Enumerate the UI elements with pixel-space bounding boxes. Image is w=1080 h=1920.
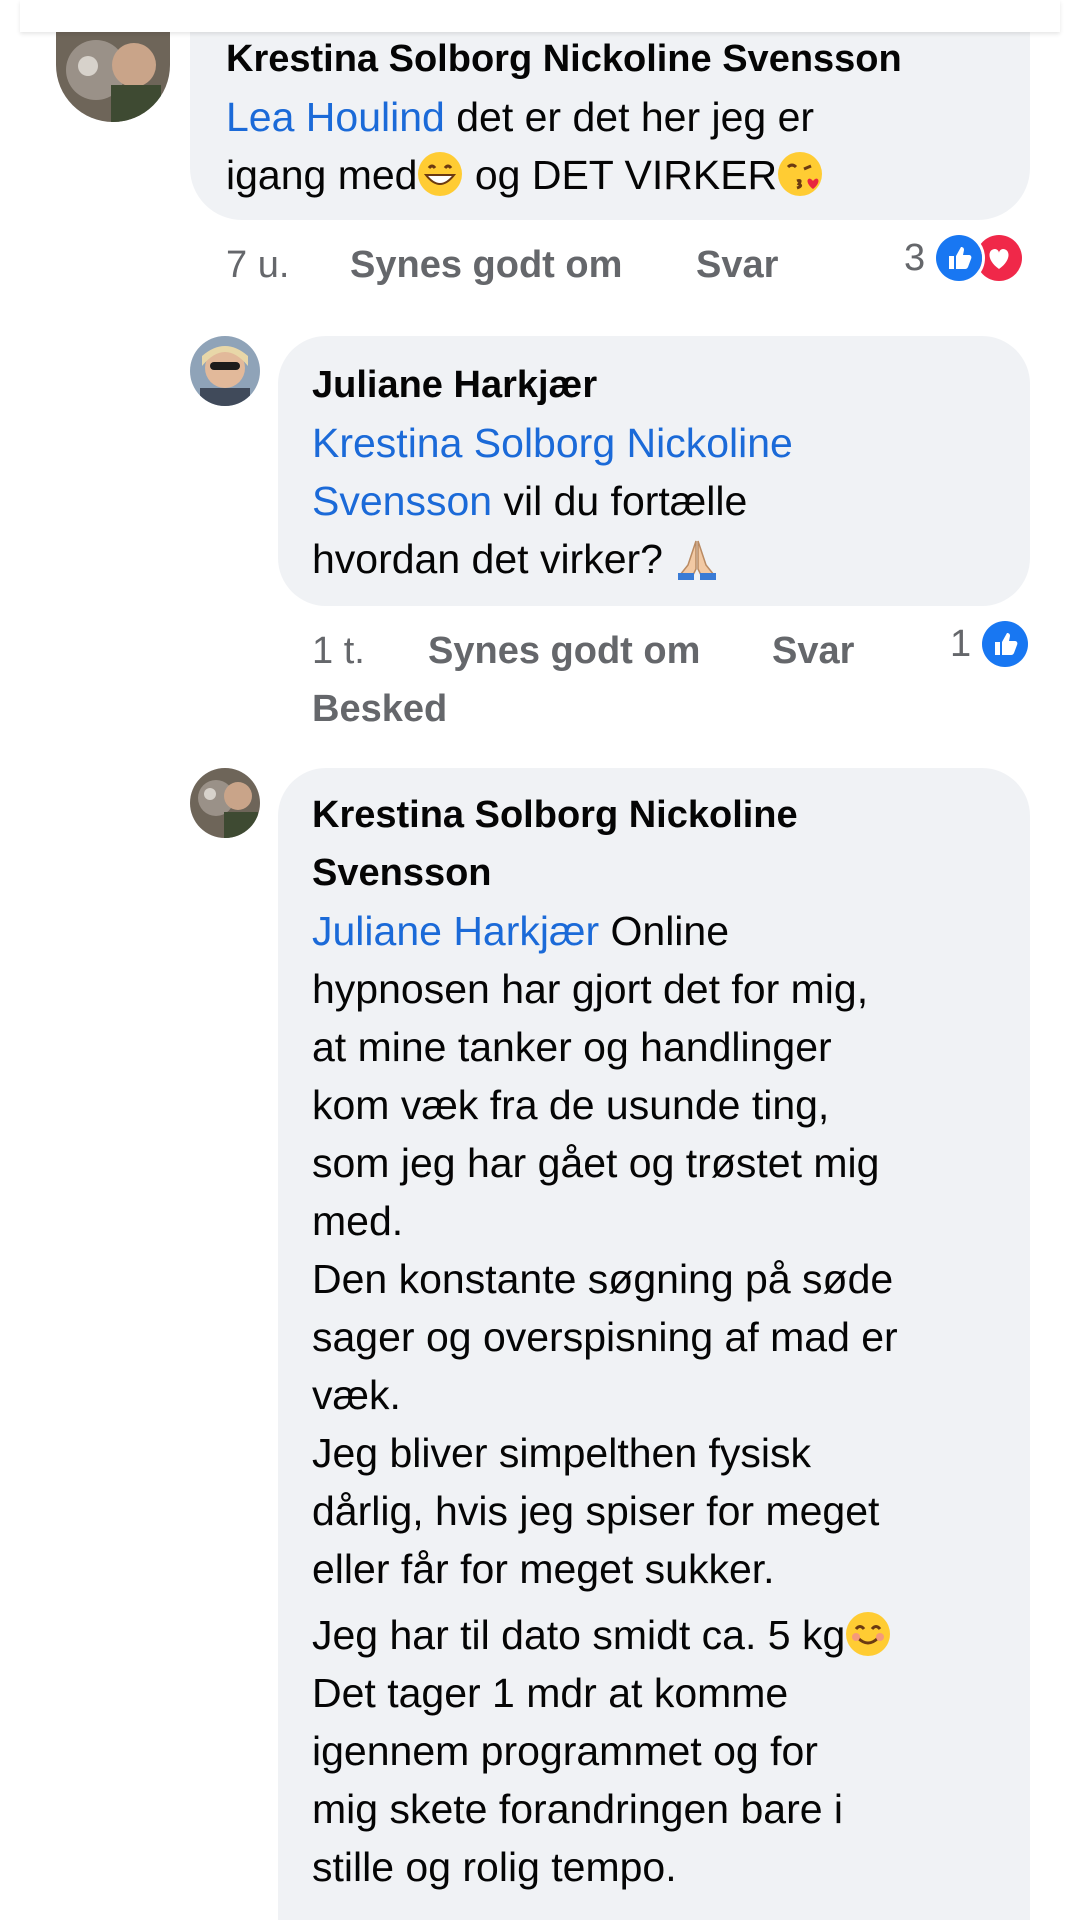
mention-link-continued[interactable]: Svensson — [312, 478, 492, 524]
avatar[interactable] — [56, 30, 170, 122]
comment-author[interactable]: Krestina Solborg Nickoline Svensson — [312, 786, 996, 902]
mention-link[interactable]: Juliane Harkjær — [312, 908, 599, 954]
comment-author[interactable]: Krestina Solborg Nickoline Svensson — [226, 30, 994, 88]
comment-text: Lea Houlind det er det her jeg er igang … — [226, 88, 994, 204]
avatar[interactable] — [190, 336, 260, 406]
top-bar — [20, 0, 1060, 32]
comment-time[interactable]: 1 t. — [312, 630, 365, 673]
folded-hands-emoji-icon — [674, 535, 720, 581]
grinning-face-emoji-icon — [417, 151, 463, 197]
reaction-count: 3 — [904, 236, 926, 279]
mention-link[interactable]: Krestina Solborg Nickoline — [312, 420, 793, 466]
comment-text: Juliane Harkjær Online hypnosen har gjor… — [312, 908, 898, 1890]
reply-bubble: Juliane Harkjær Krestina Solborg Nickoli… — [278, 336, 1030, 606]
like-icon — [979, 618, 1032, 670]
kissing-face-emoji-icon — [777, 151, 823, 197]
message-button[interactable]: Besked — [312, 688, 447, 731]
comment-time[interactable]: 7 u. — [226, 244, 289, 287]
comment-text: Krestina Solborg Nickoline Svensson vil … — [312, 420, 793, 582]
mention-link[interactable]: Lea Houlind — [226, 94, 445, 140]
comment-bubble: Krestina Solborg Nickoline Svensson Lea … — [190, 22, 1030, 220]
reply-button[interactable]: Svar — [772, 630, 854, 673]
like-icon — [933, 232, 986, 284]
smiling-face-emoji-icon — [845, 1611, 891, 1657]
avatar[interactable] — [190, 768, 260, 838]
reply-bubble: Krestina Solborg Nickoline Svensson Juli… — [278, 768, 1030, 1920]
like-button[interactable]: Synes godt om — [350, 244, 622, 287]
reaction-count: 1 — [950, 622, 972, 665]
comment-author[interactable]: Juliane Harkjær — [312, 356, 996, 414]
like-button[interactable]: Synes godt om — [428, 630, 700, 673]
reaction-summary[interactable]: 3 — [904, 232, 1026, 284]
reaction-summary[interactable]: 1 — [950, 618, 1032, 670]
reply-button[interactable]: Svar — [696, 244, 778, 287]
